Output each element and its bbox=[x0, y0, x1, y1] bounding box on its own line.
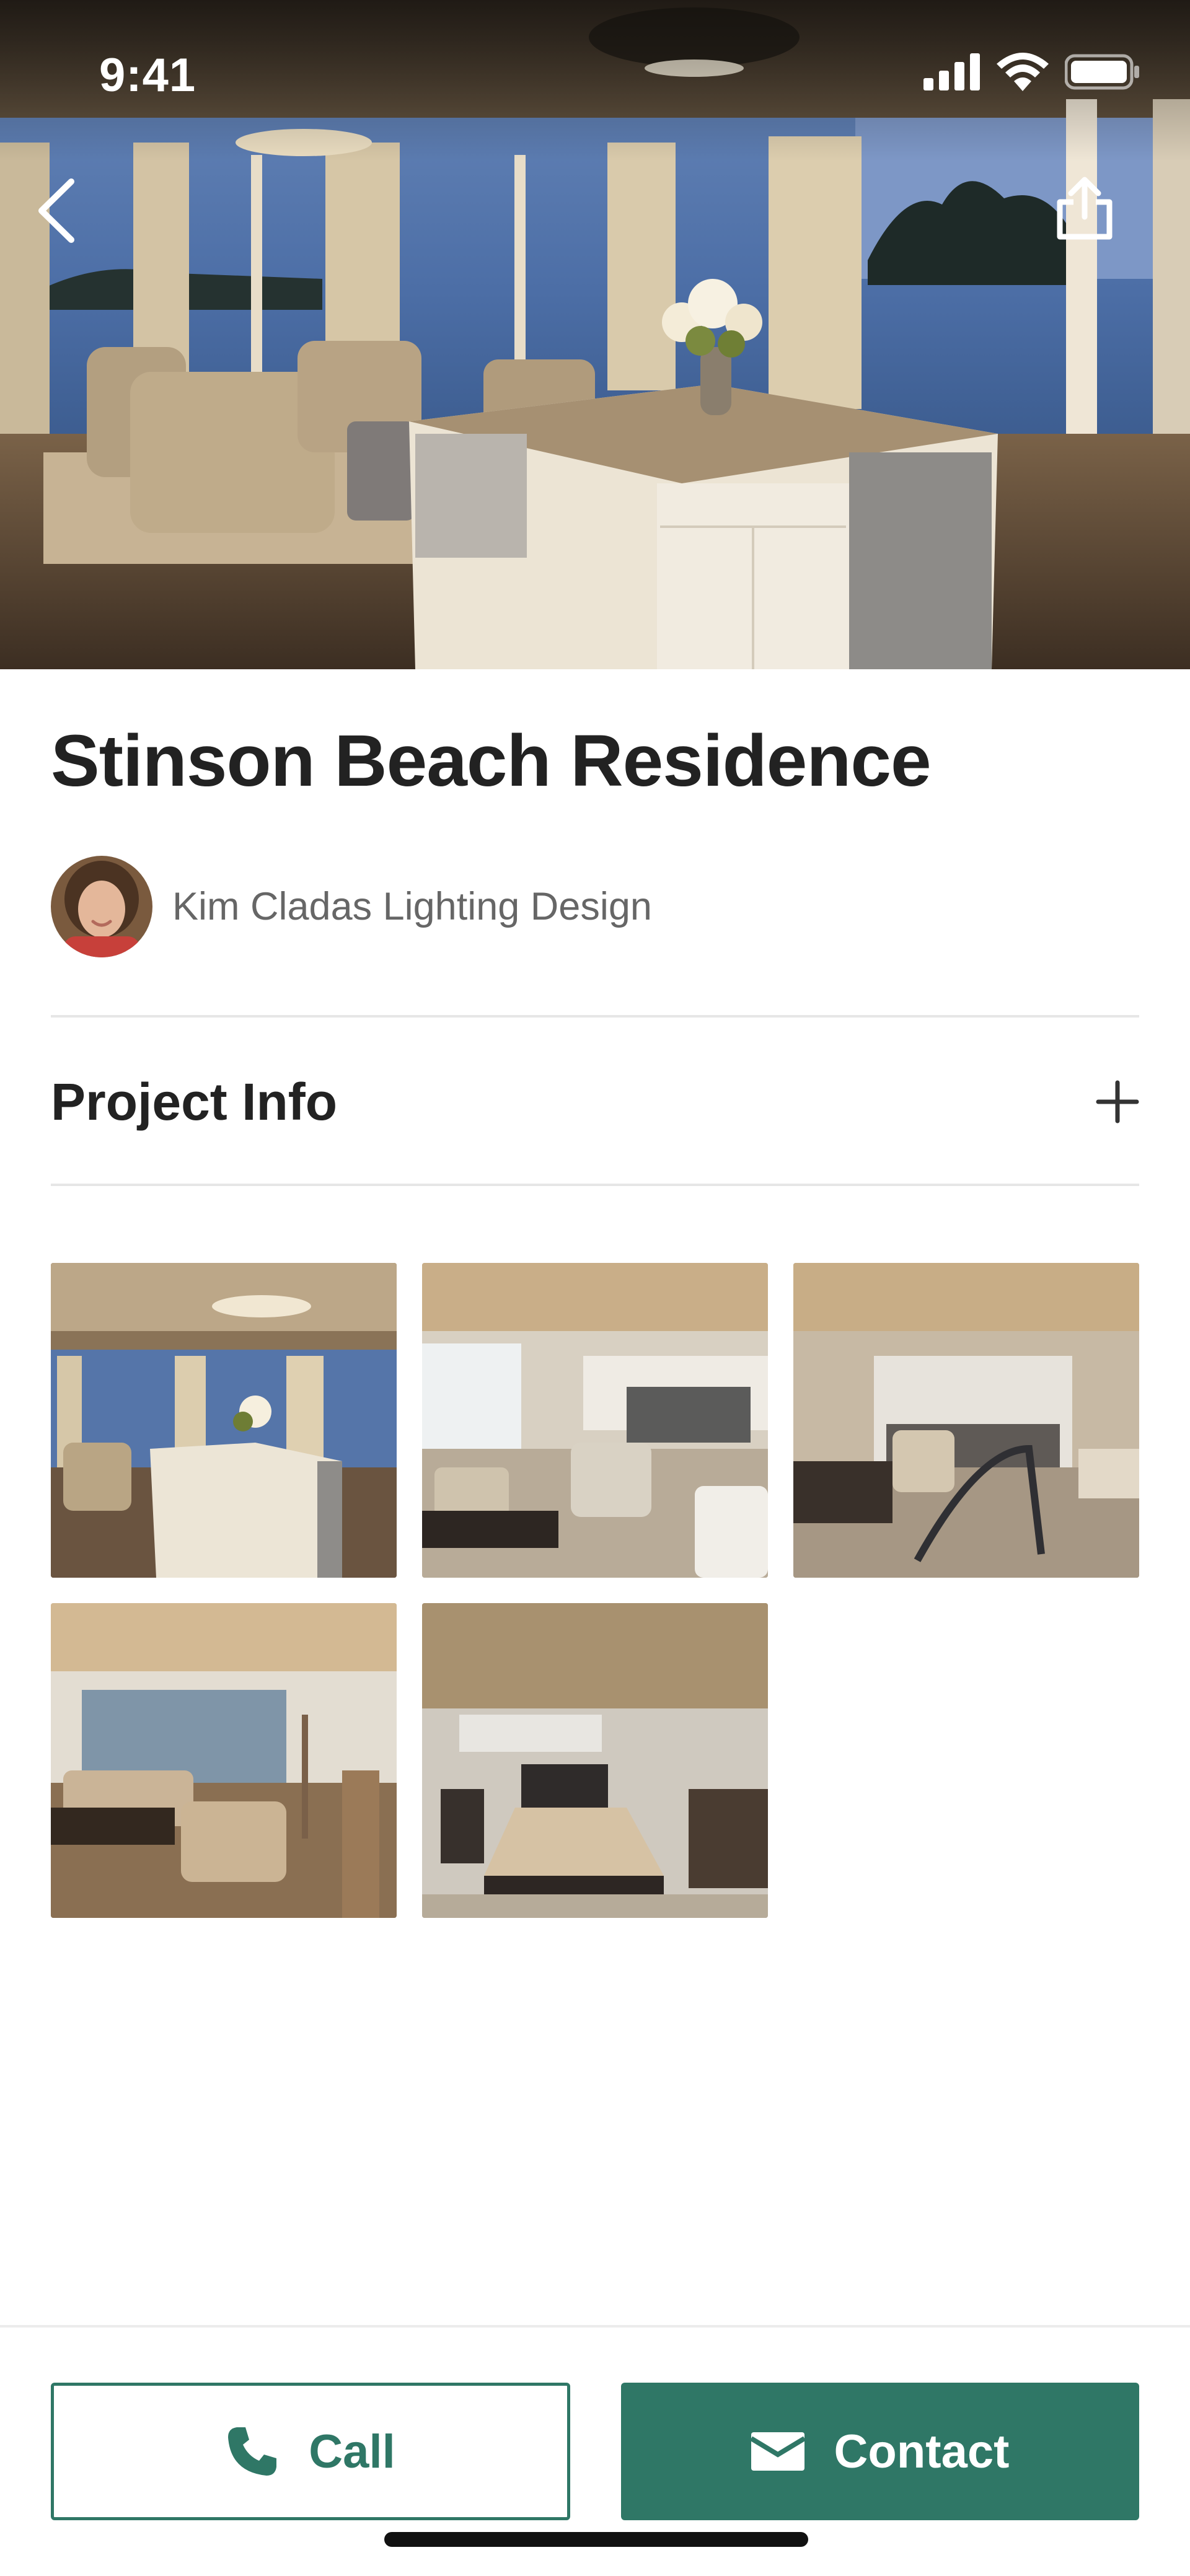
share-button[interactable] bbox=[1047, 170, 1122, 245]
back-button[interactable] bbox=[19, 174, 93, 248]
call-button[interactable]: Call bbox=[51, 2383, 570, 2520]
call-label: Call bbox=[309, 2425, 395, 2478]
chevron-left-icon bbox=[38, 178, 74, 243]
gallery-thumbnail[interactable] bbox=[51, 1263, 397, 1578]
signal-icon bbox=[923, 53, 980, 90]
gallery-thumbnail[interactable] bbox=[793, 1263, 1139, 1578]
battery-icon bbox=[1065, 54, 1139, 90]
gallery-thumbnail[interactable] bbox=[422, 1263, 768, 1578]
home-indicator[interactable] bbox=[384, 2532, 808, 2547]
project-info-row[interactable]: Project Info bbox=[51, 1019, 1139, 1185]
photo-family-room bbox=[51, 1603, 397, 1918]
photo-living-room bbox=[422, 1263, 768, 1578]
share-icon bbox=[1057, 177, 1113, 240]
divider-bottom bbox=[51, 1184, 1139, 1186]
bottom-action-bar: Call Contact bbox=[0, 2325, 1190, 2576]
project-title: Stinson Beach Residence bbox=[51, 720, 932, 802]
hero-image[interactable]: 9:41 bbox=[0, 0, 1190, 669]
wifi-icon bbox=[997, 53, 1049, 91]
gallery-thumbnail[interactable] bbox=[422, 1603, 768, 1918]
phone-icon bbox=[228, 2427, 277, 2476]
author-name[interactable]: Kim Cladas Lighting Design bbox=[172, 884, 652, 929]
photo-bedroom bbox=[422, 1603, 768, 1918]
plus-icon[interactable] bbox=[1096, 1080, 1139, 1123]
gallery-thumbnail[interactable] bbox=[51, 1603, 397, 1918]
status-time: 9:41 bbox=[99, 49, 196, 102]
status-icons bbox=[923, 52, 1140, 92]
project-info-label: Project Info bbox=[51, 1072, 338, 1131]
contact-button[interactable]: Contact bbox=[621, 2383, 1139, 2520]
author-row[interactable]: Kim Cladas Lighting Design bbox=[51, 855, 652, 958]
avatar[interactable] bbox=[51, 856, 152, 957]
status-bar: 9:41 bbox=[0, 0, 1190, 146]
photo-dining-kitchen bbox=[793, 1263, 1139, 1578]
contact-label: Contact bbox=[834, 2425, 1010, 2478]
divider-top bbox=[51, 1015, 1139, 1018]
envelope-icon bbox=[751, 2432, 804, 2471]
photo-gallery bbox=[51, 1263, 1139, 1918]
photo-kitchen-island bbox=[51, 1263, 397, 1578]
